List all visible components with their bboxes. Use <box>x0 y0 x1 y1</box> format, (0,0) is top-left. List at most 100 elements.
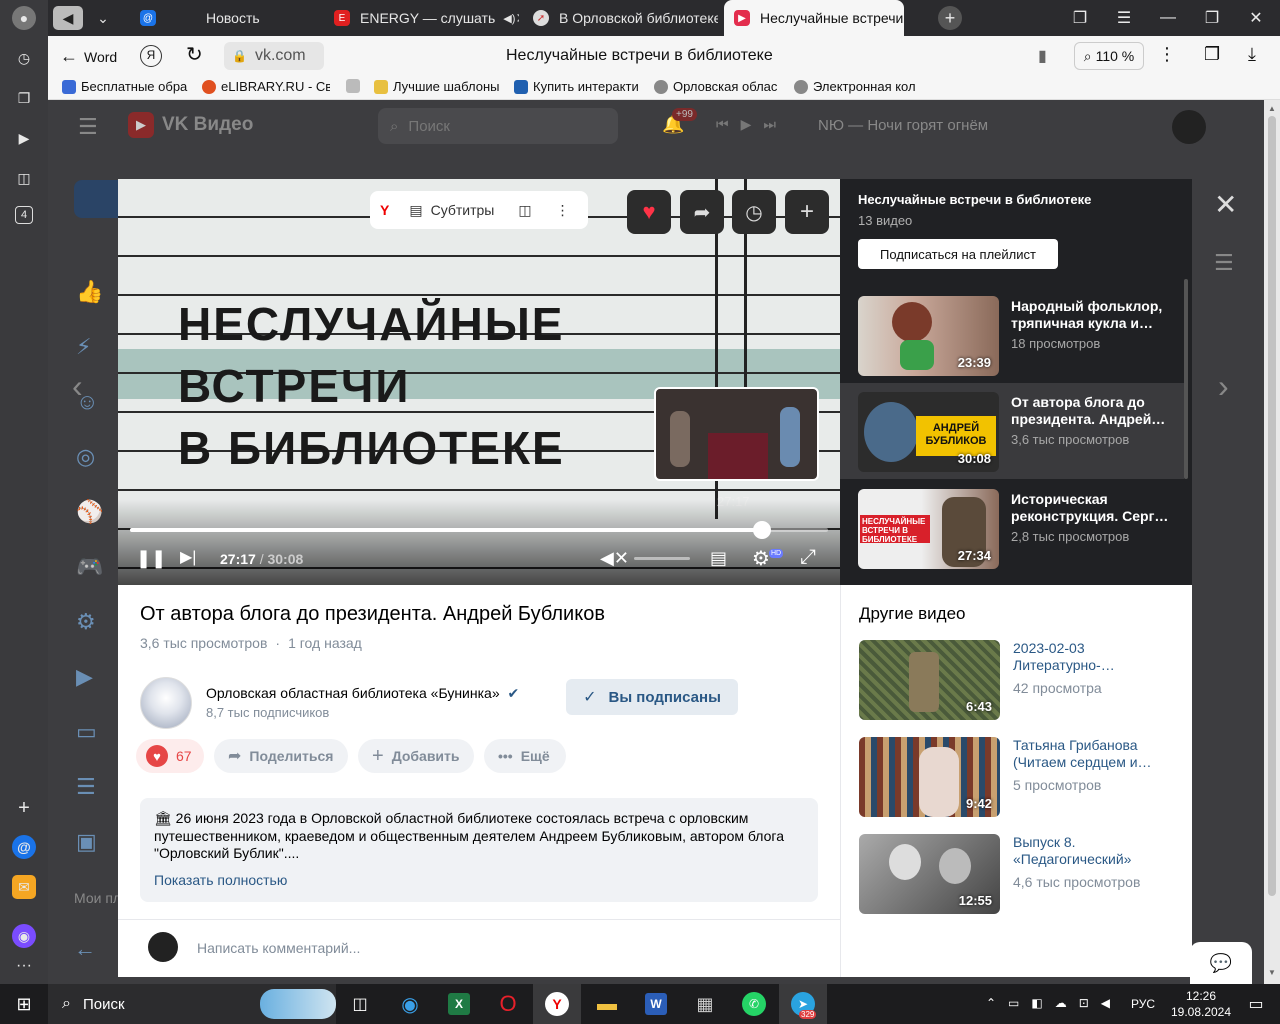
next-arrow-icon[interactable]: › <box>1218 368 1229 405</box>
mail-icon[interactable]: @ <box>12 835 36 859</box>
yandex-translate-icon[interactable]: Y <box>380 202 389 218</box>
comment-input[interactable]: Написать комментарий... <box>197 940 360 956</box>
scroll-down-icon[interactable]: ▼ <box>1268 968 1276 977</box>
scroll-up-icon[interactable]: ▲ <box>1268 104 1276 113</box>
prev-arrow-icon[interactable]: ‹ <box>72 368 83 405</box>
tab-orel-library[interactable]: ➚ В Орловской библиотеке <box>523 0 718 36</box>
watch-later-button[interactable]: ◷ <box>732 190 776 234</box>
video-player[interactable]: НЕСЛУЧАЙНЫЕ ВСТРЕЧИ В БИБЛИОТЕКЕ Y ▤ Субт… <box>118 179 840 585</box>
scroll-thumb[interactable] <box>1268 116 1276 896</box>
channel-name-row[interactable]: Орловская областная библиотека «Бунинка»… <box>206 685 519 702</box>
audio-controls[interactable]: ⏮▶⏭ <box>716 116 788 133</box>
share-button[interactable]: ➦ Поделиться <box>214 739 348 773</box>
system-tray-icons[interactable]: ⌃▭◧☁⊡◀ <box>986 996 1122 1010</box>
subscribe-playlist-button[interactable]: Подписаться на плейлист <box>858 239 1058 269</box>
tabs-count-badge[interactable]: 4 <box>15 206 33 224</box>
new-tab-button[interactable]: + <box>928 0 972 36</box>
vk-search-input[interactable]: ⌕ Поиск <box>378 108 618 144</box>
progress-handle[interactable] <box>752 521 771 539</box>
excel-icon[interactable]: X <box>439 988 479 1020</box>
now-playing[interactable]: NЮ — Ночи горят огнём <box>818 117 988 134</box>
bookmark-item[interactable]: Орловская облас <box>654 79 780 94</box>
bookmark-icon[interactable]: ▮ <box>1038 46 1047 66</box>
vk-video-logo[interactable]: ▶ VK Видео <box>128 112 253 138</box>
chat-icon[interactable]: 💬 <box>1190 942 1252 984</box>
yandex-browser-icon[interactable]: Y <box>533 984 581 1024</box>
like-button[interactable]: ♥ 67 <box>136 739 204 773</box>
reload-icon[interactable]: ↻ <box>186 42 203 67</box>
more-icon[interactable]: ··· <box>12 954 36 978</box>
windows-start-icon[interactable]: ⊞ <box>4 988 44 1020</box>
other-video-item[interactable]: 12:55 Выпуск 8. «Педагогический» 4,6 тыс… <box>859 834 1189 914</box>
hamburger-icon[interactable]: ☰ <box>78 114 98 140</box>
pause-button[interactable]: ❚❚ <box>136 548 166 569</box>
word-icon[interactable]: W <box>636 988 676 1020</box>
restore-button[interactable]: ❐ <box>1190 0 1234 36</box>
volume-slider[interactable] <box>634 557 690 560</box>
opera-icon[interactable]: O <box>488 988 528 1020</box>
window-close-button[interactable]: ✕ <box>1234 0 1278 36</box>
extensions-icon[interactable]: ❐ <box>1204 44 1220 65</box>
edge-icon[interactable]: ◉ <box>390 988 430 1020</box>
show-more-link[interactable]: Показать полностью <box>154 872 287 888</box>
more-vertical-icon[interactable]: ⋮ <box>556 202 570 219</box>
progress-track[interactable] <box>130 521 828 539</box>
bookmark-item[interactable]: Лучшие шаблоны <box>374 79 502 94</box>
notifications-icon[interactable]: ▭ <box>1236 988 1276 1020</box>
playlist-item[interactable]: 23:39 Народный фольклор, тряпичная кукла… <box>858 296 1188 380</box>
file-explorer-icon[interactable]: ▬ <box>587 988 627 1020</box>
menu-icon[interactable]: ☰ <box>1102 0 1146 36</box>
tab-novost[interactable]: @ Новость <box>130 0 320 36</box>
taskbar-search[interactable]: ⌕ Поиск <box>48 984 336 1024</box>
captions-icon[interactable]: ▤ <box>710 548 727 569</box>
profile-icon[interactable]: ● <box>12 6 36 30</box>
page-scrollbar[interactable]: ▲ ▼ <box>1264 100 1280 984</box>
add-button[interactable]: + Добавить <box>358 739 474 773</box>
close-modal-icon[interactable]: ✕ <box>1214 188 1237 221</box>
download-icon[interactable]: ⤓ <box>1248 44 1256 65</box>
bookmark-item[interactable]: Электронная кол <box>794 79 922 94</box>
like-heart-button[interactable]: ♥ <box>627 190 671 234</box>
share-button[interactable]: ➦ <box>680 190 724 234</box>
bookmark-panel-icon[interactable]: ❐ <box>1058 0 1102 36</box>
alice-icon[interactable]: ◉ <box>12 924 36 948</box>
clock[interactable]: 12:26 19.08.2024 <box>1170 988 1232 1020</box>
next-button[interactable]: ▶| <box>180 547 196 567</box>
whatsapp-icon[interactable]: ✆ <box>734 988 774 1020</box>
zoom-indicator[interactable]: ⌕ 110 % <box>1074 42 1144 70</box>
more-button[interactable]: ••• Ещё <box>484 739 566 773</box>
fullscreen-button[interactable]: ⤢ <box>800 546 816 569</box>
mail-envelope-icon[interactable]: ✉ <box>12 875 36 899</box>
bookmark-item[interactable]: Купить интеракти <box>514 79 642 94</box>
calculator-icon[interactable]: ▦ <box>685 988 725 1020</box>
yandex-icon[interactable]: Я <box>140 45 162 67</box>
task-view-icon[interactable]: ◫ <box>340 988 380 1020</box>
channel-avatar[interactable] <box>140 677 192 729</box>
back-button[interactable]: ← Word <box>60 46 117 67</box>
url-field[interactable]: 🔒 vk.com <box>224 42 324 70</box>
subscribed-button[interactable]: ✓ Вы подписаны <box>566 679 738 715</box>
more-options-icon[interactable]: ⋮ <box>1158 44 1176 65</box>
video-icon[interactable]: ▶ <box>12 126 36 150</box>
add-to-playlist-button[interactable]: + <box>785 190 829 234</box>
tab-audio-toggle[interactable]: ◀ <box>48 0 88 36</box>
playlist-item[interactable]: НЕСЛУЧАЙНЫЕ ВСТРЕЧИ В БИБЛИОТЕКЕ 27:34 И… <box>858 489 1188 573</box>
other-video-item[interactable]: 9:42 Татьяна Грибанова (Читаем сердцем и… <box>859 737 1189 817</box>
tabs-dropdown[interactable]: ⌄ <box>88 0 118 36</box>
tab-energy[interactable]: E ENERGY — слушать ◀) ✕ <box>324 0 519 36</box>
history-icon[interactable]: ◷ <box>12 46 36 70</box>
collections-icon[interactable]: ❐ <box>12 86 36 110</box>
playlist-item-active[interactable]: АНДРЕЙ БУБЛИКОВ 30:08 От автора блога до… <box>858 392 1188 476</box>
bookmark-item[interactable]: eLIBRARY.RU - Св <box>202 79 330 94</box>
screenshot-icon[interactable]: ◫ <box>12 166 36 190</box>
tab-vk-video[interactable]: ▶ Неслучайные встречи в ✕ <box>724 0 904 36</box>
avatar[interactable] <box>1172 110 1206 144</box>
minimize-button[interactable]: — <box>1146 0 1190 36</box>
mute-button[interactable]: ◀✕ <box>600 548 629 569</box>
subtitles-button[interactable]: ▤ Субтитры <box>409 202 494 219</box>
other-video-item[interactable]: 6:43 2023-02-03 Литературно-… 42 просмот… <box>859 640 1189 720</box>
close-icon[interactable]: ✕ <box>515 10 519 27</box>
list-icon[interactable]: ☰ <box>1214 250 1234 276</box>
language-indicator[interactable]: РУС <box>1131 997 1155 1011</box>
bookmark-item[interactable]: Бесплатные обра <box>62 79 188 94</box>
